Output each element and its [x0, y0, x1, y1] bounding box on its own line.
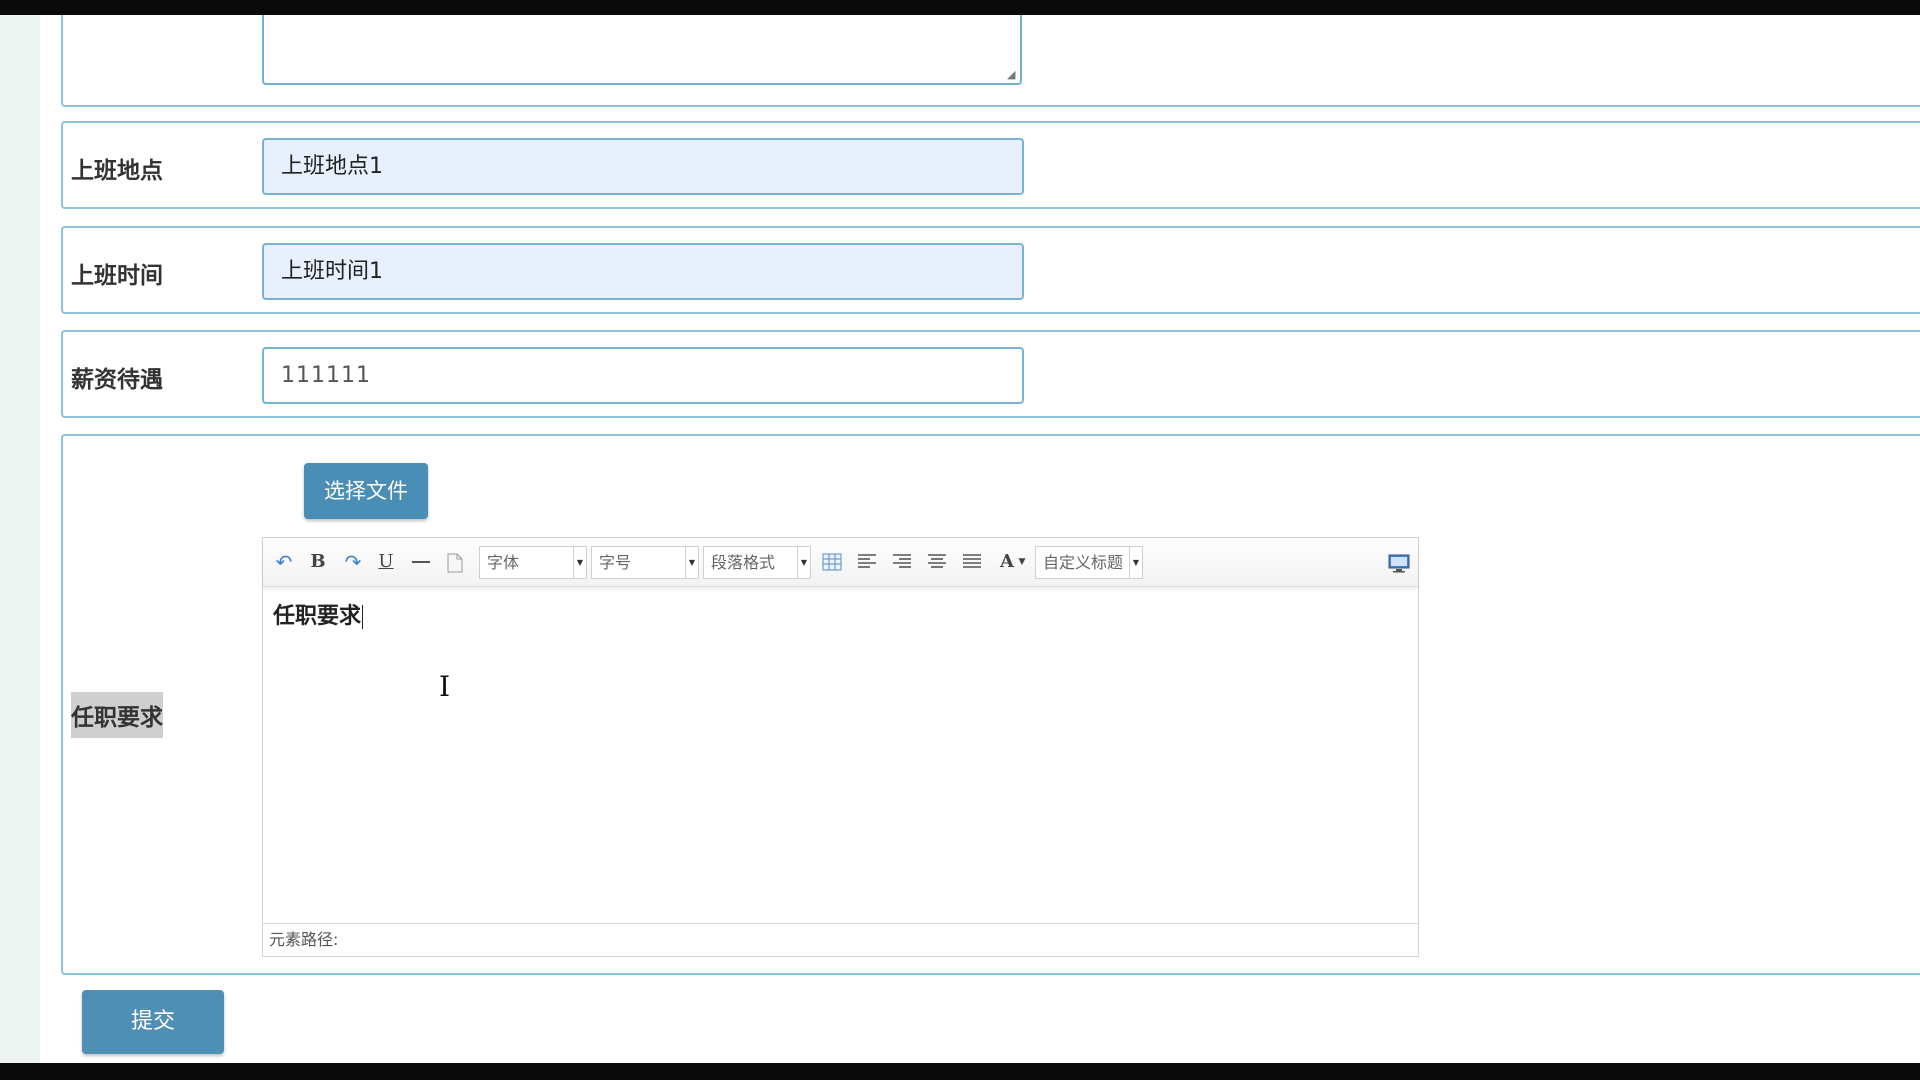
description-textarea[interactable]: ◢ — [262, 15, 1022, 85]
editor-content-value: 任职要求 — [273, 604, 362, 629]
page-icon[interactable] — [443, 549, 467, 575]
location-label: 上班地点 — [71, 158, 163, 184]
paragraph-format-select[interactable]: 段落格式 ▼ — [703, 546, 811, 579]
resize-handle-icon[interactable]: ◢ — [1007, 69, 1017, 80]
submit-button[interactable]: 提交 — [82, 990, 224, 1054]
bottom-black-bar — [0, 1063, 1920, 1080]
font-color-icon[interactable]: A — [996, 549, 1018, 575]
align-center-icon[interactable] — [924, 549, 950, 575]
table-icon[interactable] — [819, 549, 845, 575]
font-family-select-value: 字体 — [487, 553, 520, 572]
underline-icon[interactable]: U — [375, 549, 397, 575]
top-black-bar — [0, 0, 1920, 15]
text-caret — [362, 605, 364, 629]
form-row-location: 上班地点 上班地点1 — [61, 121, 1920, 209]
bold-icon[interactable]: B — [307, 549, 329, 575]
align-right-icon[interactable] — [889, 549, 915, 575]
editor-toolbar: ↶ B ↷ U 字体 ▼ 字号 ▼ 段落格式 ▼ A ▼ 自定义标题 ▼ — [263, 538, 1418, 587]
work-time-label: 上班时间 — [71, 263, 163, 289]
text-cursor-icon: I — [439, 670, 451, 703]
font-color-chevron-icon[interactable]: ▼ — [1017, 549, 1027, 575]
editor-content-text: 任职要求 — [273, 598, 364, 630]
custom-title-select-value: 自定义标题 — [1043, 553, 1124, 572]
requirements-label: 任职要求 — [71, 692, 163, 738]
salary-label: 薪资待遇 — [71, 367, 163, 393]
chevron-down-icon: ▼ — [797, 547, 810, 578]
justify-icon[interactable] — [959, 549, 985, 575]
choose-file-button[interactable]: 选择文件 — [304, 463, 428, 519]
font-size-select[interactable]: 字号 ▼ — [591, 546, 699, 579]
editor-element-path: 元素路径: — [263, 923, 1418, 956]
redo-icon[interactable]: ↷ — [341, 549, 365, 575]
paragraph-format-select-value: 段落格式 — [711, 553, 776, 572]
form-row-description: ◢ — [61, 15, 1920, 107]
editor-content-area[interactable]: 任职要求 I — [263, 587, 1418, 924]
location-input[interactable]: 上班地点1 — [262, 138, 1024, 195]
align-left-icon[interactable] — [854, 549, 880, 575]
chevron-down-icon: ▼ — [1129, 547, 1142, 578]
form-row-work-time: 上班时间 上班时间1 — [61, 226, 1920, 314]
form-row-requirements: 任职要求 选择文件 ↶ B ↷ U 字体 ▼ 字号 ▼ 段落格式 ▼ A ▼ 自… — [61, 434, 1920, 975]
custom-title-select[interactable]: 自定义标题 ▼ — [1035, 546, 1143, 579]
font-size-select-value: 字号 — [599, 553, 632, 572]
horizontal-rule-icon[interactable] — [409, 549, 433, 575]
left-sidebar-strip — [0, 15, 40, 1063]
work-time-input[interactable]: 上班时间1 — [262, 243, 1024, 300]
chevron-down-icon: ▼ — [685, 547, 698, 578]
fullscreen-icon[interactable] — [1386, 549, 1412, 575]
rich-text-editor: ↶ B ↷ U 字体 ▼ 字号 ▼ 段落格式 ▼ A ▼ 自定义标题 ▼ 任职要… — [262, 537, 1419, 957]
undo-icon[interactable]: ↶ — [272, 549, 296, 575]
salary-input[interactable]: 111111 — [262, 347, 1024, 404]
form-page: ◢ 上班地点 上班地点1 上班时间 上班时间1 薪资待遇 111111 任职要求… — [0, 15, 1920, 1063]
chevron-down-icon: ▼ — [573, 547, 586, 578]
form-row-salary: 薪资待遇 111111 — [61, 330, 1920, 418]
font-family-select[interactable]: 字体 ▼ — [479, 546, 587, 579]
